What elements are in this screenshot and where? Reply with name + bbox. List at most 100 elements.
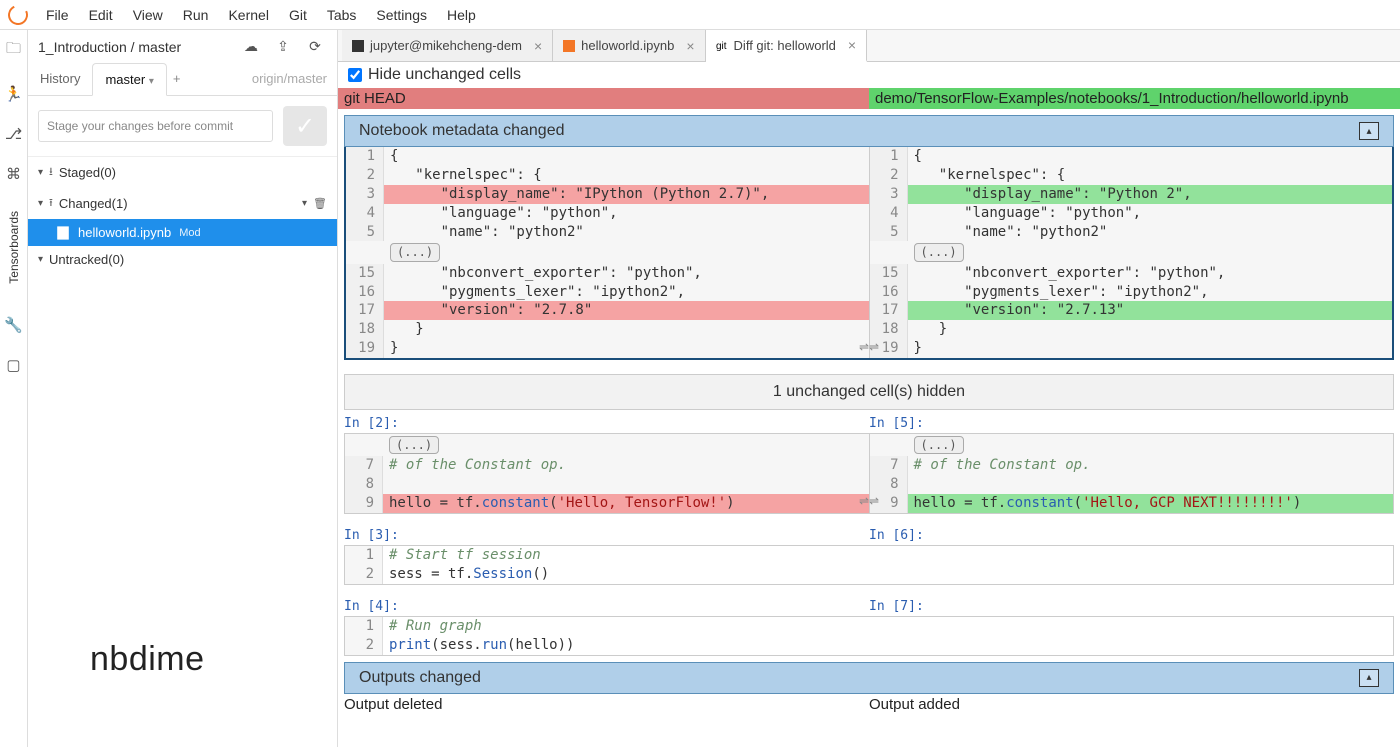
wrench-icon[interactable]: 🔧 bbox=[4, 316, 23, 334]
code-line: 2 "kernelspec": { bbox=[346, 166, 869, 185]
prompt-right: In [6]: bbox=[869, 528, 1394, 543]
svg-text:git: git bbox=[716, 41, 727, 51]
menu-kernel[interactable]: Kernel bbox=[218, 3, 278, 27]
code-line: 2sess = tf.Session() bbox=[345, 565, 1393, 584]
menu-edit[interactable]: Edit bbox=[79, 3, 123, 27]
cell-prompts: In [2]: In [5]: bbox=[344, 416, 1394, 431]
cloud-push-icon[interactable]: ⇪ bbox=[271, 38, 295, 55]
chevron-down-icon: ▾ bbox=[38, 167, 43, 178]
menubar: File Edit View Run Kernel Git Tabs Setti… bbox=[0, 0, 1400, 30]
code-line: 5 "name": "python2" bbox=[870, 223, 1393, 242]
jupyter-logo-icon bbox=[5, 2, 31, 28]
code-line: 3 "display_name": "Python 2", bbox=[870, 185, 1393, 204]
code-line: 15 "nbconvert_exporter": "python", bbox=[870, 264, 1393, 283]
code-line: 1{ bbox=[870, 147, 1393, 166]
code-line: 18 } bbox=[870, 320, 1393, 339]
code-line: 15 "nbconvert_exporter": "python", bbox=[346, 264, 869, 283]
menu-file[interactable]: File bbox=[36, 3, 79, 27]
open-tabs-icon[interactable]: ▢ bbox=[6, 356, 20, 374]
section-untracked[interactable]: ▾ Untracked(0) bbox=[28, 246, 337, 273]
tab-notebook[interactable]: helloworld.ipynb× bbox=[553, 30, 705, 61]
fold-indicator[interactable]: (...) bbox=[389, 436, 439, 454]
trash-icon[interactable]: 🗑 bbox=[313, 197, 327, 210]
code-line: 2 "kernelspec": { bbox=[870, 166, 1393, 185]
code-line: 1{ bbox=[346, 147, 869, 166]
diff-document[interactable]: Hide unchanged cells git HEAD demo/Tenso… bbox=[338, 62, 1400, 747]
code-line: 9hello = tf.constant('Hello, GCP NEXT!!!… bbox=[870, 494, 1394, 513]
section-staged[interactable]: ▾ ⭳ Staged(0) bbox=[28, 157, 337, 188]
collapse-button[interactable]: ▴ bbox=[1359, 122, 1379, 140]
prompt-left: In [3]: bbox=[344, 528, 869, 543]
outputs-panel: Outputs changed ▴ bbox=[344, 662, 1394, 694]
commit-message-input[interactable]: Stage your changes before commit bbox=[38, 110, 273, 142]
fold-indicator[interactable]: (...) bbox=[914, 243, 964, 261]
code-line: 1# Start tf session bbox=[345, 546, 1393, 565]
download-icon: ⭳ bbox=[49, 163, 53, 182]
collapse-button[interactable]: ▴ bbox=[1359, 669, 1379, 687]
tab-current-branch[interactable]: master ▾ bbox=[92, 63, 166, 96]
code-line: 17 "version": "2.7.8" bbox=[346, 301, 869, 320]
changed-file-name: helloworld.ipynb bbox=[78, 225, 171, 240]
prompt-right: In [5]: bbox=[869, 416, 1394, 431]
menu-help[interactable]: Help bbox=[437, 3, 486, 27]
hidden-cells-bar[interactable]: 1 unchanged cell(s) hidden bbox=[344, 374, 1394, 410]
repo-breadcrumb[interactable]: 1_Introduction / master bbox=[38, 39, 231, 55]
menu-run[interactable]: Run bbox=[173, 3, 219, 27]
document-tabs: jupyter@mikehcheng-dem× helloworld.ipynb… bbox=[338, 30, 1400, 62]
code-line: 19} bbox=[346, 339, 869, 358]
menu-settings[interactable]: Settings bbox=[366, 3, 437, 27]
chevron-down-icon: ▾ bbox=[38, 198, 43, 209]
code-line: 8 bbox=[870, 475, 1394, 494]
changed-file-row[interactable]: helloworld.ipynb Mod bbox=[28, 219, 337, 246]
tensorboards-label[interactable]: Tensorboards bbox=[7, 211, 21, 284]
git-icon[interactable]: ⎇ bbox=[5, 125, 22, 143]
code-line: 16 "pygments_lexer": "ipython2", bbox=[346, 283, 869, 302]
diff-header: git HEAD demo/TensorFlow-Examples/notebo… bbox=[338, 88, 1400, 109]
code-line: 17 "version": "2.7.13" bbox=[870, 301, 1393, 320]
menu-tabs[interactable]: Tabs bbox=[317, 3, 367, 27]
close-icon[interactable]: × bbox=[686, 38, 694, 54]
tab-diff[interactable]: git Diff git: helloworld× bbox=[706, 30, 868, 62]
metadata-panel: Notebook metadata changed ▴ 1{2 "kernels… bbox=[344, 115, 1394, 360]
commit-button[interactable]: ✓ bbox=[283, 106, 327, 146]
cell-prompts: In [3]: In [6]: bbox=[344, 528, 1394, 543]
output-added-label: Output added bbox=[869, 696, 1394, 713]
chevron-down-icon: ▾ bbox=[302, 198, 307, 209]
folder-icon[interactable]: 🗀 bbox=[6, 38, 21, 63]
code-line: 5 "name": "python2" bbox=[346, 223, 869, 242]
diff-header-right: demo/TensorFlow-Examples/notebooks/1_Int… bbox=[869, 88, 1400, 109]
metadata-panel-title: Notebook metadata changed ▴ bbox=[344, 115, 1394, 147]
hide-unchanged-checkbox[interactable] bbox=[348, 68, 362, 82]
code-line: 9hello = tf.constant('Hello, TensorFlow!… bbox=[345, 494, 869, 513]
close-icon[interactable]: × bbox=[534, 38, 542, 54]
main-area: jupyter@mikehcheng-dem× helloworld.ipynb… bbox=[338, 30, 1400, 747]
terminal-icon bbox=[352, 40, 364, 52]
diff-header-left: git HEAD bbox=[338, 88, 869, 109]
chevron-down-icon: ▾ bbox=[38, 254, 43, 265]
fold-indicator[interactable]: (...) bbox=[390, 243, 440, 261]
prompt-left: In [2]: bbox=[344, 416, 869, 431]
new-branch-button[interactable]: + bbox=[167, 63, 187, 95]
code-line: 2print(sess.run(hello)) bbox=[345, 636, 1393, 655]
running-icon[interactable]: 🏃 bbox=[4, 85, 23, 103]
code-line: 18 } bbox=[346, 320, 869, 339]
close-icon[interactable]: × bbox=[848, 37, 856, 53]
cloud-pull-icon[interactable]: ☁ bbox=[239, 38, 263, 55]
notebook-file-icon bbox=[56, 226, 70, 240]
section-changed[interactable]: ▾ ⭱ Changed(1) ▾ 🗑 bbox=[28, 188, 337, 219]
fold-indicator[interactable]: (...) bbox=[914, 436, 964, 454]
menu-view[interactable]: View bbox=[123, 3, 173, 27]
tab-terminal[interactable]: jupyter@mikehcheng-dem× bbox=[342, 30, 553, 61]
outputs-panel-title: Outputs changed ▴ bbox=[344, 662, 1394, 694]
code-line: 7# of the Constant op. bbox=[870, 456, 1394, 475]
file-mod-badge: Mod bbox=[179, 227, 200, 239]
hide-unchanged-label: Hide unchanged cells bbox=[368, 66, 521, 84]
output-deleted-label: Output deleted bbox=[344, 696, 869, 713]
tab-history[interactable]: History bbox=[28, 63, 92, 95]
code-line: 4 "language": "python", bbox=[346, 204, 869, 223]
refresh-icon[interactable]: ⟳ bbox=[303, 38, 327, 55]
code-line: 19} bbox=[870, 339, 1393, 358]
commands-icon[interactable]: ⌘ bbox=[6, 165, 21, 183]
code-line: 1# Run graph bbox=[345, 617, 1393, 636]
menu-git[interactable]: Git bbox=[279, 3, 317, 27]
